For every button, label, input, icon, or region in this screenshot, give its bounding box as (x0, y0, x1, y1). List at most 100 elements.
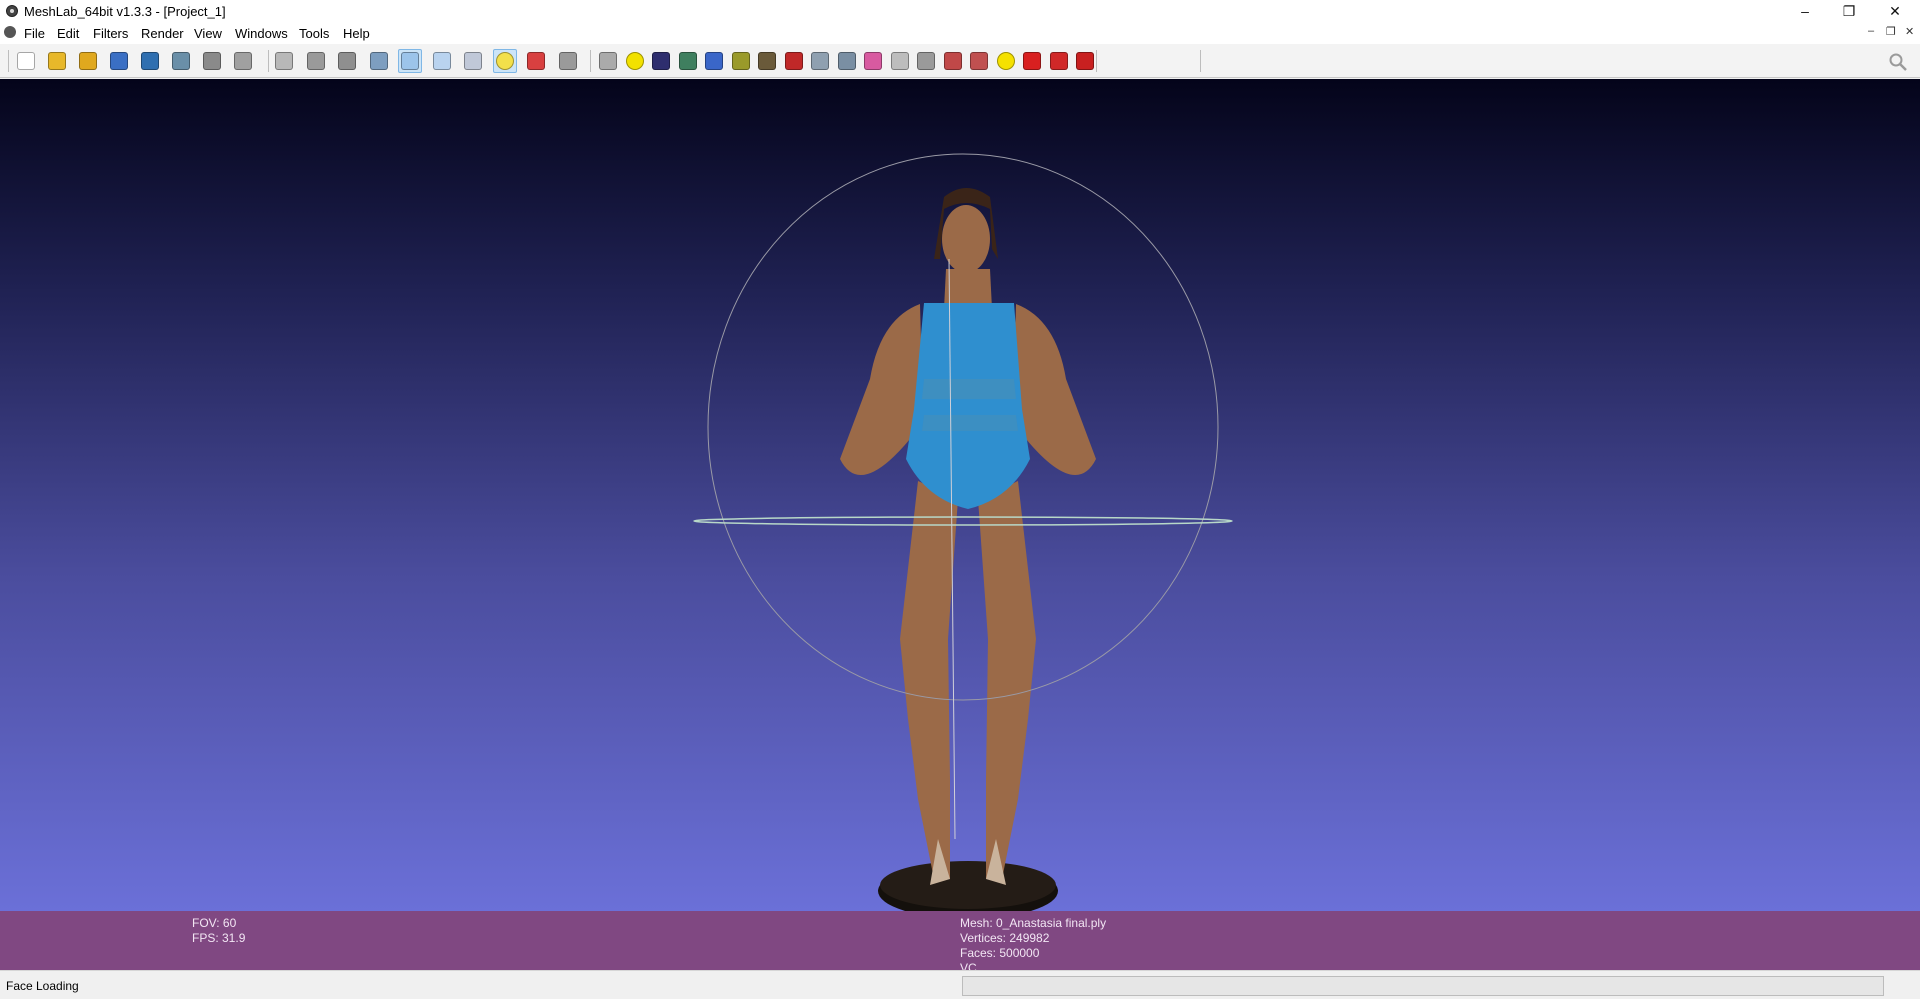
flat-lines-button[interactable] (367, 49, 391, 73)
info-panel: FOV: 60 FPS: 31.9 Mesh: 0_Anastasia fina… (0, 911, 1920, 970)
minimize-button[interactable]: – (1782, 0, 1828, 22)
texture-icon (464, 52, 482, 70)
reference-button[interactable] (888, 49, 912, 73)
menu-windows[interactable]: Windows (235, 26, 288, 41)
open-project-button[interactable] (45, 49, 69, 73)
shader-button[interactable] (649, 49, 673, 73)
window-title: MeshLab_64bit v1.3.3 - [Project_1] (24, 4, 226, 19)
restore-button[interactable]: ❐ (1826, 0, 1872, 22)
toolbar-separator (590, 50, 591, 72)
vertex-count: Vertices: 249982 (960, 931, 1050, 945)
smooth-shading-icon (433, 52, 451, 70)
points-button[interactable] (304, 49, 328, 73)
import-mesh-icon (79, 52, 97, 70)
light-bulb-icon (496, 52, 514, 70)
snapshot-icon (172, 52, 190, 70)
meshlab-logo-icon (6, 5, 18, 17)
color-paint-button[interactable] (861, 49, 885, 73)
reload-button[interactable] (107, 49, 131, 73)
reload-icon (110, 52, 128, 70)
bounding-box-icon (275, 52, 293, 70)
menu-bar: File Edit Filters Render View Windows To… (0, 22, 1920, 44)
close-button[interactable]: ✕ (1872, 0, 1918, 22)
mesh-base-top (880, 861, 1056, 909)
measure-button[interactable] (729, 49, 753, 73)
pick-points-icon (785, 52, 803, 70)
align-button[interactable] (702, 49, 726, 73)
menu-tools[interactable]: Tools (299, 26, 329, 41)
mdi-restore-button[interactable]: ❐ (1886, 25, 1896, 38)
light-bulb-button[interactable] (493, 49, 517, 73)
select-faces-button[interactable] (835, 49, 859, 73)
layers-button[interactable] (200, 49, 224, 73)
mdi-minimize-button[interactable]: – (1868, 25, 1874, 37)
paint-brush-icon (758, 52, 776, 70)
paint-brush-button[interactable] (755, 49, 779, 73)
menu-help[interactable]: Help (343, 26, 370, 41)
menu-filters[interactable]: Filters (93, 26, 128, 41)
connected-select-button[interactable] (967, 49, 991, 73)
smooth-shading-button[interactable] (430, 49, 454, 73)
annotation-button[interactable] (623, 49, 647, 73)
swimsuit-band (922, 415, 1018, 431)
delete-faces-button[interactable] (1073, 49, 1097, 73)
menu-file[interactable]: File (24, 26, 45, 41)
connected-select-icon (970, 52, 988, 70)
search-icon[interactable] (1888, 52, 1908, 72)
wireframe-button[interactable] (335, 49, 359, 73)
3d-viewport[interactable] (0, 79, 1920, 911)
annotation-icon (626, 52, 644, 70)
fancy-lighting-icon (527, 52, 545, 70)
fancy-lighting-button[interactable] (524, 49, 548, 73)
toolbar-separator (268, 50, 269, 72)
select-vertices-button[interactable] (808, 49, 832, 73)
back-face-button[interactable] (556, 49, 580, 73)
flat-shading-button[interactable] (398, 49, 422, 73)
select-rect-button[interactable] (914, 49, 938, 73)
main-toolbar (0, 44, 1920, 78)
trackball-icon (599, 52, 617, 70)
mdi-close-button[interactable]: ✕ (1905, 25, 1914, 38)
align-icon (705, 52, 723, 70)
flat-shading-icon (401, 52, 419, 70)
texture-button[interactable] (461, 49, 485, 73)
pick-points-button[interactable] (782, 49, 806, 73)
menu-render[interactable]: Render (141, 26, 184, 41)
measure-icon (732, 52, 750, 70)
delete-selected-button[interactable] (1020, 49, 1044, 73)
delete-vertices-icon (1050, 52, 1068, 70)
menu-edit[interactable]: Edit (57, 26, 79, 41)
menu-view[interactable]: View (194, 26, 222, 41)
delete-selected-icon (1023, 52, 1041, 70)
bounding-box-button[interactable] (272, 49, 296, 73)
select-vertices-icon (811, 52, 829, 70)
new-project-button[interactable] (14, 49, 38, 73)
texture-map-icon (679, 52, 697, 70)
fps-readout: FPS: 31.9 (192, 931, 246, 945)
mesh-render (693, 153, 1233, 911)
select-faces-icon (838, 52, 856, 70)
export-mesh-icon (141, 52, 159, 70)
delete-vertices-button[interactable] (1047, 49, 1071, 73)
quality-select-icon (944, 52, 962, 70)
status-message: Face Loading (6, 979, 79, 993)
snapshot-button[interactable] (169, 49, 193, 73)
raster-icon (234, 52, 252, 70)
status-bar: Face Loading (0, 970, 1920, 999)
wireframe-icon (338, 52, 356, 70)
swimsuit (906, 303, 1030, 509)
export-mesh-button[interactable] (138, 49, 162, 73)
trackball-button[interactable] (596, 49, 620, 73)
document-logo-icon[interactable] (4, 26, 16, 38)
import-mesh-button[interactable] (76, 49, 100, 73)
toolbar-grip[interactable] (8, 50, 9, 72)
face-count: Faces: 500000 (960, 946, 1040, 960)
info-button[interactable] (994, 49, 1018, 73)
texture-map-button[interactable] (676, 49, 700, 73)
fov-readout: FOV: 60 (192, 916, 237, 930)
open-project-icon (48, 52, 66, 70)
raster-button[interactable] (231, 49, 255, 73)
quality-select-button[interactable] (941, 49, 965, 73)
shader-icon (652, 52, 670, 70)
new-project-icon (17, 52, 35, 70)
